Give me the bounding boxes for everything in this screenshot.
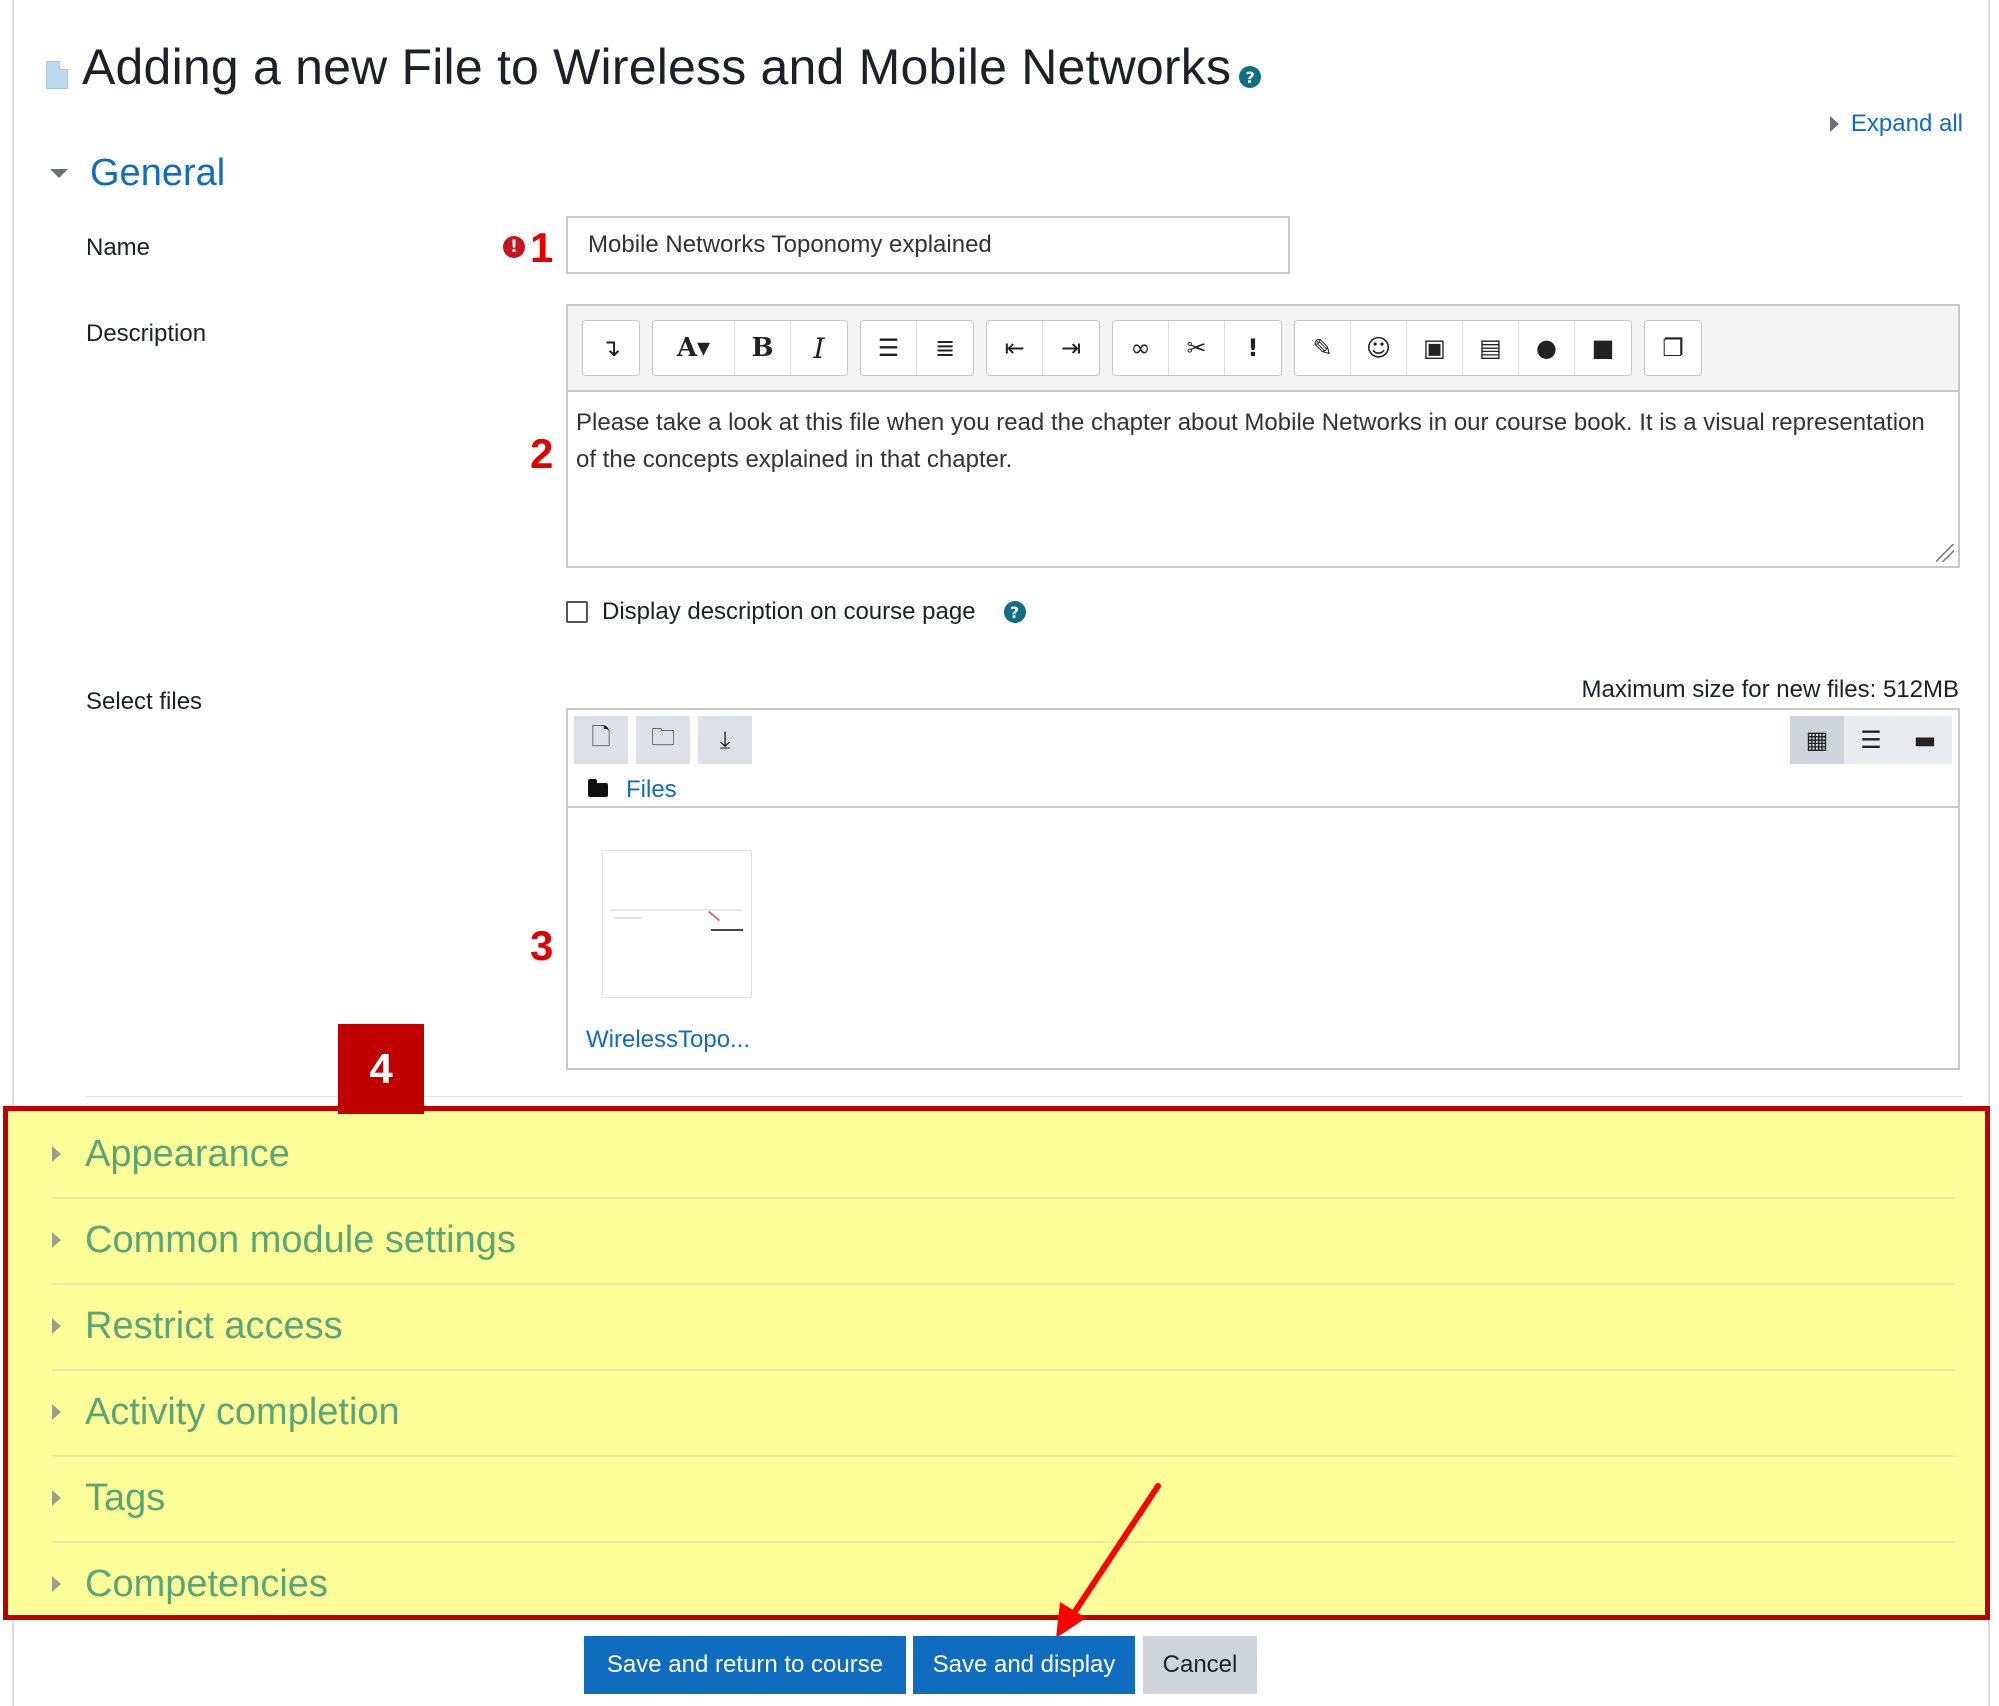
name-label: Name bbox=[86, 234, 151, 261]
section-label: Activity completion bbox=[85, 1390, 400, 1433]
accessibility-checker-icon[interactable]: ! bbox=[1225, 321, 1281, 375]
file-name-link[interactable]: WirelessTopo... bbox=[586, 1026, 750, 1054]
description-label: Description bbox=[86, 320, 207, 347]
toggle-toolbar-icon[interactable]: ↴ bbox=[583, 321, 639, 375]
expand-all-link[interactable]: Expand all bbox=[1829, 110, 1963, 138]
file-manager-toolbar: 🗋 🗀 ⤓ ▦ ☰ ▬ Files bbox=[568, 710, 1958, 808]
media-icon[interactable]: ▤ bbox=[1463, 321, 1519, 375]
indent-icon[interactable]: ⇥ bbox=[1043, 321, 1099, 375]
expand-all-label: Expand all bbox=[1850, 110, 1963, 137]
section-competencies-toggle[interactable]: Competencies bbox=[52, 1541, 1955, 1627]
emoticon-icon[interactable]: ☺ bbox=[1351, 321, 1407, 375]
font-style-icon[interactable]: A▾ bbox=[653, 321, 735, 375]
display-description-row: Display description on course page ? bbox=[566, 598, 1026, 626]
page-title: Adding a new File to Wireless and Mobile… bbox=[82, 39, 1232, 95]
section-label: Competencies bbox=[85, 1562, 328, 1605]
toolbar-group-files: ❐ bbox=[1644, 320, 1702, 376]
unordered-list-icon[interactable]: ☰ bbox=[861, 321, 917, 375]
required-icon: ! bbox=[503, 236, 525, 258]
file-manager: 🗋 🗀 ⤓ ▦ ☰ ▬ Files WirelessTopo... bbox=[566, 708, 1960, 1070]
record-audio-icon[interactable]: ● bbox=[1519, 321, 1575, 375]
record-video-icon[interactable]: ■ bbox=[1575, 321, 1631, 375]
link-icon[interactable]: ∞ bbox=[1113, 321, 1169, 375]
display-description-checkbox[interactable] bbox=[566, 601, 588, 623]
page-header: Adding a new File to Wireless and Mobile… bbox=[46, 38, 1267, 96]
tree-view-icon[interactable]: ▬ bbox=[1898, 716, 1952, 764]
ordered-list-icon[interactable]: ≣ bbox=[917, 321, 973, 375]
manage-files-icon[interactable]: ❐ bbox=[1645, 321, 1701, 375]
callout-1: 1 bbox=[530, 224, 554, 271]
caret-right-icon bbox=[1829, 116, 1839, 132]
caret-right-icon bbox=[52, 1404, 61, 1420]
toolbar-group-insert: ✎ ☺ ▣ ▤ ● ■ bbox=[1294, 320, 1632, 376]
image-icon[interactable]: ▣ bbox=[1407, 321, 1463, 375]
section-label: Appearance bbox=[85, 1132, 290, 1175]
unlink-icon[interactable]: ✂ bbox=[1169, 321, 1225, 375]
annotation-arrow-icon bbox=[1056, 1483, 1161, 1638]
toolbar-group-indent: ⇤ ⇥ bbox=[986, 320, 1100, 376]
outdent-icon[interactable]: ⇤ bbox=[987, 321, 1043, 375]
toolbar-group-lists: ☰ ≣ bbox=[860, 320, 974, 376]
collapsed-sections-highlight: Appearance Common module settings Restri… bbox=[3, 1106, 1990, 1620]
section-label: Common module settings bbox=[85, 1218, 516, 1261]
caret-right-icon bbox=[52, 1232, 61, 1248]
italic-icon[interactable]: I bbox=[791, 321, 847, 375]
bold-icon[interactable]: B bbox=[735, 321, 791, 375]
folder-icon bbox=[588, 779, 608, 797]
section-general-toggle[interactable]: General bbox=[50, 152, 225, 195]
resize-grip-icon[interactable] bbox=[1936, 544, 1954, 562]
name-input[interactable]: Mobile Networks Toponomy explained bbox=[566, 216, 1290, 274]
download-all-icon[interactable]: ⤓ bbox=[698, 716, 752, 764]
list-view-icon[interactable]: ☰ bbox=[1844, 716, 1898, 764]
equation-editor-icon[interactable]: ✎ bbox=[1295, 321, 1351, 375]
callout-2: 2 bbox=[530, 430, 554, 477]
toolbar-group-toggle: ↴ bbox=[582, 320, 640, 376]
view-mode-group: ▦ ☰ ▬ bbox=[1790, 716, 1952, 764]
caret-right-icon bbox=[52, 1576, 61, 1592]
select-files-label: Select files bbox=[86, 688, 203, 715]
save-and-display-button[interactable]: Save and display bbox=[913, 1636, 1135, 1694]
callout-4: 4 bbox=[338, 1024, 424, 1114]
display-description-label: Display description on course page bbox=[602, 598, 976, 625]
section-activity-completion-toggle[interactable]: Activity completion bbox=[52, 1369, 1955, 1457]
grid-view-icon[interactable]: ▦ bbox=[1790, 716, 1844, 764]
callout-3: 3 bbox=[530, 922, 554, 969]
add-file-icon[interactable]: 🗋 bbox=[574, 716, 628, 764]
file-thumbnail[interactable] bbox=[602, 850, 752, 998]
section-restrict-access-toggle[interactable]: Restrict access bbox=[52, 1283, 1955, 1371]
description-text[interactable]: Please take a look at this file when you… bbox=[568, 392, 1958, 490]
section-common-module-settings-toggle[interactable]: Common module settings bbox=[52, 1197, 1955, 1285]
file-icon bbox=[46, 61, 68, 89]
section-label: Restrict access bbox=[85, 1304, 343, 1347]
toolbar-group-links: ∞ ✂ ! bbox=[1112, 320, 1282, 376]
caret-right-icon bbox=[52, 1490, 61, 1506]
section-general-label: General bbox=[90, 152, 226, 194]
editor-toolbar: ↴ A▾ B I ☰ ≣ ⇤ ⇥ ∞ ✂ ! ✎ ☺ ▣ ▤ ● ■ ❐ bbox=[568, 306, 1958, 392]
toolbar-group-style: A▾ B I bbox=[652, 320, 848, 376]
save-and-return-button[interactable]: Save and return to course bbox=[584, 1636, 906, 1694]
section-appearance-toggle[interactable]: Appearance bbox=[52, 1111, 1955, 1199]
section-label: Tags bbox=[85, 1476, 166, 1519]
description-editor: ↴ A▾ B I ☰ ≣ ⇤ ⇥ ∞ ✂ ! ✎ ☺ ▣ ▤ ● ■ ❐ Ple… bbox=[566, 304, 1960, 568]
section-tags-toggle[interactable]: Tags bbox=[52, 1455, 1955, 1543]
caret-right-icon bbox=[52, 1146, 61, 1162]
max-size-text: Maximum size for new files: 512MB bbox=[1581, 676, 1959, 703]
caret-down-icon bbox=[50, 169, 68, 178]
cancel-button[interactable]: Cancel bbox=[1143, 1636, 1257, 1694]
create-folder-icon[interactable]: 🗀 bbox=[636, 716, 690, 764]
files-path-link[interactable]: Files bbox=[626, 776, 677, 804]
file-path-breadcrumb: Files bbox=[588, 776, 677, 804]
caret-right-icon bbox=[52, 1318, 61, 1334]
help-icon[interactable]: ? bbox=[1003, 601, 1026, 623]
help-icon[interactable]: ? bbox=[1239, 66, 1262, 88]
